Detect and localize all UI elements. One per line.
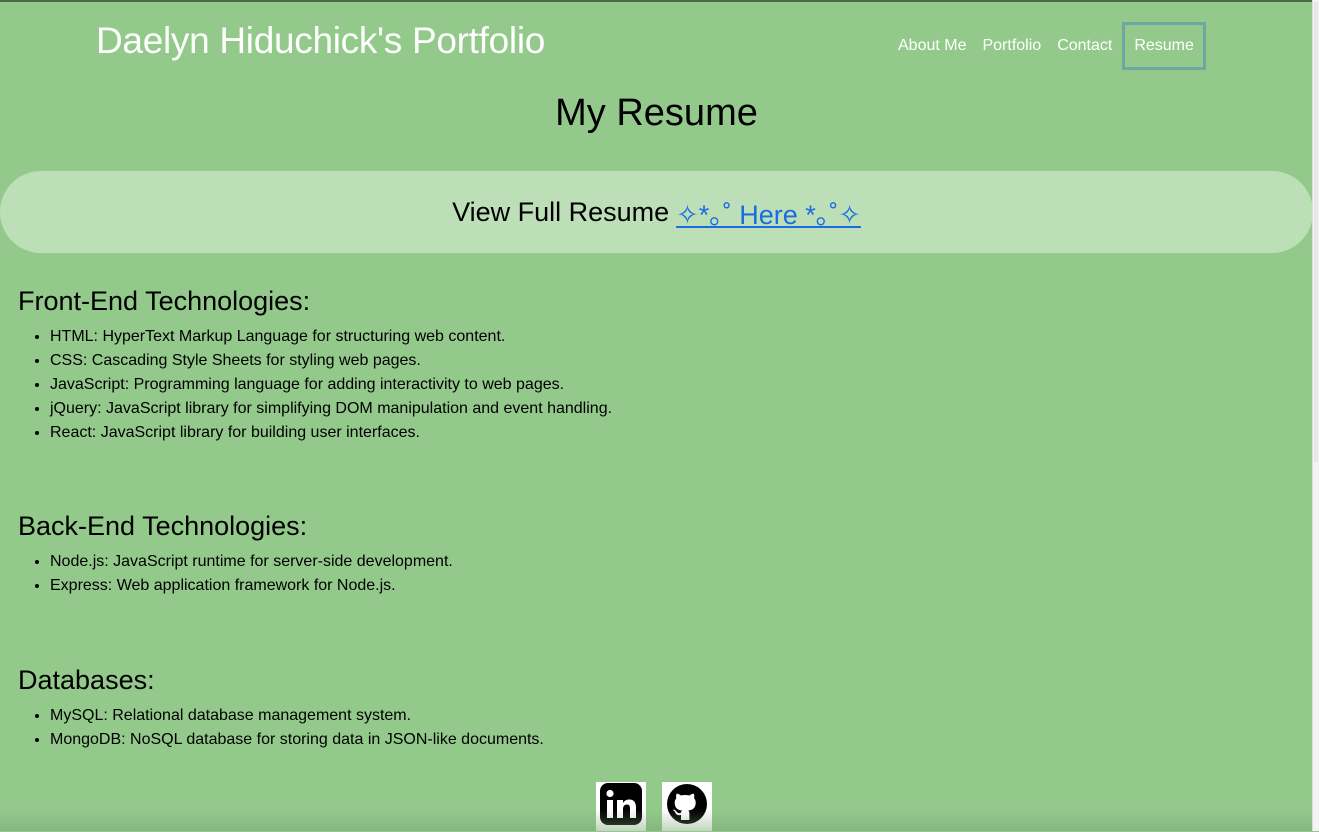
skills-list: MySQL: Relational database management sy… [18, 704, 544, 752]
front-end-section: Front-End Technologies: HTML: HyperText … [18, 286, 612, 445]
nav-portfolio[interactable]: Portfolio [974, 24, 1049, 68]
site-title: Daelyn Hiduchick's Portfolio [96, 20, 546, 61]
skills-list: Node.js: JavaScript runtime for server-s… [18, 550, 453, 598]
linkedin-icon [598, 781, 644, 832]
list-item: MySQL: Relational database management sy… [50, 704, 544, 728]
page-title: My Resume [555, 92, 758, 134]
list-item: Express: Web application framework for N… [50, 574, 453, 598]
section-title: Databases: [18, 665, 155, 695]
section-title: Front-End Technologies: [18, 286, 311, 316]
resume-banner-text: View Full Resume [452, 196, 670, 227]
section-title: Back-End Technologies: [18, 511, 308, 541]
nav-about-me[interactable]: About Me [890, 24, 974, 68]
list-item: CSS: Cascading Style Sheets for styling … [50, 349, 612, 373]
skills-list: HTML: HyperText Markup Language for stru… [18, 325, 612, 445]
github-icon [665, 782, 709, 831]
nav-contact[interactable]: Contact [1049, 24, 1120, 68]
list-item: MongoDB: NoSQL database for storing data… [50, 728, 544, 752]
scrollbar-thumb[interactable] [1314, 2, 1318, 462]
footer-fade [0, 809, 1313, 831]
list-item: jQuery: JavaScript library for simplifyi… [50, 397, 612, 421]
resume-link[interactable]: ✧*｡˚ Here *｡˚✧ [676, 193, 861, 232]
back-end-section: Back-End Technologies: Node.js: JavaScri… [18, 511, 453, 598]
databases-section: Databases: MySQL: Relational database ma… [18, 665, 544, 752]
nav-resume[interactable]: Resume [1122, 22, 1206, 70]
site-header: Daelyn Hiduchick's Portfolio About Me Po… [0, 2, 1313, 82]
resume-banner: View Full Resume ✧*｡˚ Here *｡˚✧ [0, 171, 1313, 253]
github-link[interactable] [662, 782, 712, 831]
list-item: JavaScript: Programming language for add… [50, 373, 612, 397]
linkedin-link[interactable] [596, 782, 646, 831]
list-item: React: JavaScript library for building u… [50, 421, 612, 445]
list-item: HTML: HyperText Markup Language for stru… [50, 325, 612, 349]
scrollbar[interactable] [1312, 0, 1319, 831]
list-item: Node.js: JavaScript runtime for server-s… [50, 550, 453, 574]
main-nav: About Me Portfolio Contact Resume [890, 22, 1206, 70]
site-footer [0, 782, 1313, 831]
